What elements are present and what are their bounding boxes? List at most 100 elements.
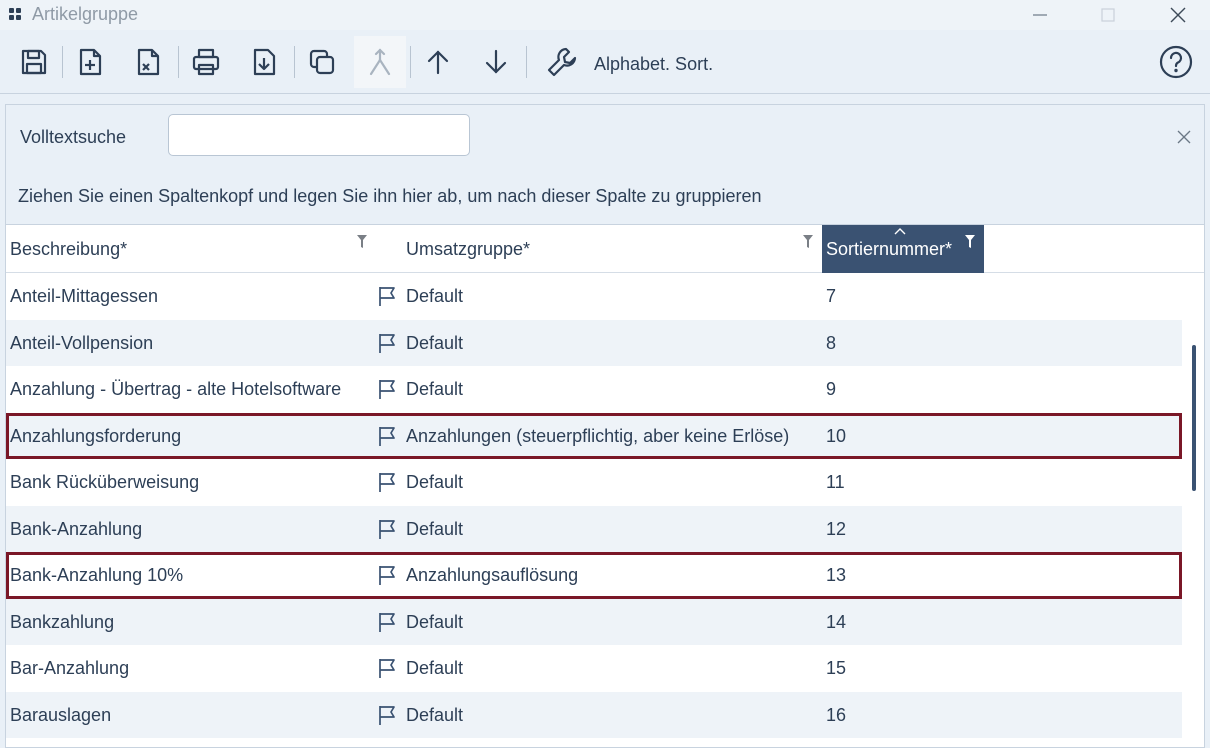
arrow-up-icon <box>427 50 449 75</box>
clear-search-button[interactable] <box>1172 125 1196 149</box>
minimize-button[interactable] <box>1010 0 1070 30</box>
cell-sort-number: 16 <box>826 704 847 725</box>
save-button[interactable] <box>14 42 54 82</box>
wrench-icon <box>547 47 577 77</box>
cell-description: Anteil-Vollpension <box>10 332 154 353</box>
table-row[interactable]: Bankzahlung Default 14 <box>6 598 1182 645</box>
cell-description: Bankzahlung <box>10 611 115 632</box>
cell-description: Barauslagen <box>10 704 112 725</box>
table-row[interactable]: Bank-Anzahlung Default 12 <box>6 505 1182 552</box>
table-row[interactable]: Bank Rücküberweisung Default 11 <box>6 459 1182 506</box>
cell-description: Bank Rücküberweisung <box>10 472 200 492</box>
download-icon <box>253 48 276 76</box>
delete-record-icon <box>137 48 160 76</box>
table-row[interactable]: Anteil-Mittagessen Default 7 <box>6 273 1182 320</box>
flag-icon[interactable] <box>377 285 399 307</box>
column-header-description-label: Beschreibung* <box>10 238 128 259</box>
app-icon <box>9 8 21 20</box>
flag-icon[interactable] <box>377 378 399 400</box>
cell-sort-number: 15 <box>826 658 847 678</box>
column-header-description[interactable]: Beschreibung* <box>6 225 376 273</box>
filter-icon[interactable] <box>964 234 976 250</box>
flag-icon[interactable] <box>377 657 399 679</box>
cell-sort-number: 9 <box>826 379 837 399</box>
flag-icon[interactable] <box>377 518 399 540</box>
cell-revenue-group: Anzahlungsauflösung <box>406 565 579 585</box>
flag-icon[interactable] <box>377 564 399 586</box>
flag-icon[interactable] <box>377 611 399 633</box>
cell-revenue-group: Default <box>406 611 464 632</box>
table-row[interactable]: Anzahlungsforderung Anzahlungen (steuerpf… <box>6 412 1182 459</box>
close-icon <box>1170 7 1186 23</box>
close-icon <box>1177 130 1191 144</box>
cell-description: Anzahlung - Übertrag - alte Hotelsoftwar… <box>10 379 342 399</box>
vertical-scrollbar[interactable] <box>1192 345 1196 491</box>
cell-revenue-group: Default <box>406 332 464 353</box>
arrow-down-icon <box>485 49 507 74</box>
alphabet-sort-button[interactable] <box>542 42 582 82</box>
cell-sort-number: 11 <box>826 472 845 492</box>
print-button[interactable] <box>186 42 226 82</box>
cell-sort-number: 14 <box>826 611 847 632</box>
title-bar: Artikelgruppe <box>0 0 1210 30</box>
cell-sort-number: 10 <box>826 425 847 446</box>
table-row[interactable]: Anteil-Vollpension Default 8 <box>6 319 1182 366</box>
cell-revenue-group: Default <box>406 286 464 306</box>
main-panel: Volltextsuche Ziehen Sie einen Spaltenko… <box>5 104 1205 748</box>
flag-icon[interactable] <box>377 471 399 493</box>
column-header-revenue-group[interactable]: Umsatzgruppe* <box>402 225 822 273</box>
search-area: Volltextsuche Ziehen Sie einen Spaltenko… <box>6 105 1204 225</box>
sort-ascending-icon <box>894 228 906 235</box>
filter-icon[interactable] <box>802 234 814 250</box>
column-header-sort-number[interactable]: Sortiernummer* <box>822 225 984 273</box>
cell-revenue-group: Default <box>406 658 464 678</box>
alphabet-sort-label[interactable]: Alphabet. Sort. <box>594 54 713 75</box>
cell-sort-number: 7 <box>826 286 837 306</box>
print-icon <box>192 48 220 76</box>
window-title: Artikelgruppe <box>32 4 139 24</box>
cell-revenue-group: Default <box>406 704 464 725</box>
move-down-button[interactable] <box>476 42 516 82</box>
cell-description: Anzahlungsforderung <box>10 425 182 446</box>
cell-description: Anteil-Mittagessen <box>10 286 159 306</box>
merge-icon <box>369 48 391 76</box>
cell-sort-number: 8 <box>826 332 837 353</box>
help-icon <box>1159 45 1193 79</box>
cell-description: Bank-Anzahlung 10% <box>10 565 184 585</box>
cell-description: Bank-Anzahlung <box>10 518 143 539</box>
cell-sort-number: 12 <box>826 518 847 539</box>
grid-header: Beschreibung* Umsatzgruppe* Sortiernumme… <box>6 225 1204 273</box>
copy-icon <box>309 49 335 75</box>
save-icon <box>21 49 47 75</box>
search-input[interactable] <box>168 114 470 156</box>
search-label: Volltextsuche <box>20 127 127 147</box>
column-header-sort-number-label: Sortiernummer* <box>826 238 953 259</box>
table-row[interactable]: Bar-Anzahlung Default 15 <box>6 645 1182 692</box>
table-row[interactable]: Bank-Anzahlung 10% Anzahlungsauflösung 13 <box>6 552 1182 599</box>
column-header-revenue-group-label: Umsatzgruppe* <box>406 238 531 259</box>
delete-record-button[interactable] <box>128 42 168 82</box>
cell-sort-number: 13 <box>826 565 847 585</box>
flag-icon[interactable] <box>377 425 399 447</box>
cell-revenue-group: Default <box>406 518 464 539</box>
merge-button[interactable] <box>354 36 406 88</box>
flag-icon[interactable] <box>377 704 399 726</box>
maximize-button[interactable] <box>1078 0 1138 30</box>
table-row[interactable]: Anzahlung - Übertrag - alte Hotelsoftwar… <box>6 366 1182 413</box>
new-record-button[interactable] <box>70 42 110 82</box>
group-by-hint: Ziehen Sie einen Spaltenkopf und legen S… <box>18 186 762 206</box>
flag-icon[interactable] <box>377 332 399 354</box>
minimize-icon <box>1033 14 1047 16</box>
filter-icon[interactable] <box>356 234 368 250</box>
new-record-icon <box>79 48 102 76</box>
move-up-button[interactable] <box>418 42 458 82</box>
cell-revenue-group: Default <box>406 379 464 399</box>
help-button[interactable] <box>1156 42 1196 82</box>
close-window-button[interactable] <box>1148 0 1208 30</box>
grid-body: Anteil-Mittagessen Default 7 Anteil-Vollpen… <box>6 273 1184 748</box>
table-row[interactable]: Barauslagen Default 16 <box>6 691 1182 738</box>
cell-revenue-group: Anzahlungen (steuerpflichtig, aber keine… <box>406 425 790 446</box>
copy-button[interactable] <box>302 42 342 82</box>
download-button[interactable] <box>244 42 284 82</box>
maximize-icon <box>1101 8 1115 22</box>
